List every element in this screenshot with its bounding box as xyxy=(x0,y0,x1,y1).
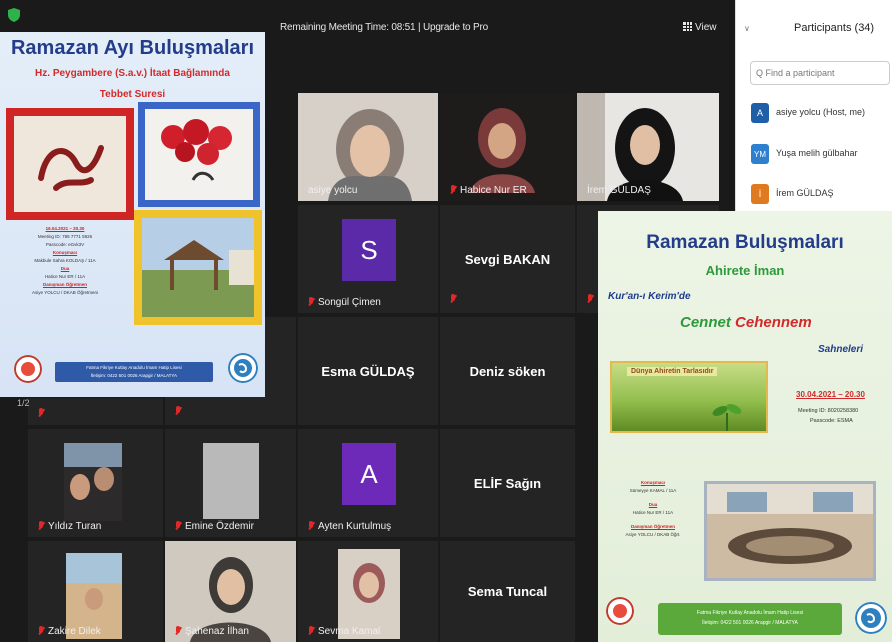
participant-name: İrem GÜLDAŞ xyxy=(587,185,651,196)
muted-mic-icon xyxy=(587,289,597,307)
video-tile-irem-active-speaker[interactable]: İrem GÜLDAŞ xyxy=(577,93,719,201)
sprout-icon xyxy=(712,404,742,431)
school-seal-logo xyxy=(606,597,634,625)
video-tile-hidden-3[interactable] xyxy=(28,398,163,425)
gazebo-photo xyxy=(134,210,262,325)
participant-name-large: Esma GÜLDAŞ xyxy=(321,363,415,379)
image-caption: Dünya Ahiretin Tarlasıdır xyxy=(627,367,718,376)
participants-panel: ∨ Participants (34) Q Find a participant… xyxy=(735,0,892,215)
video-tile-songul[interactable]: S Songül Çimen xyxy=(298,205,438,313)
participant-name: Sevma Kamal xyxy=(308,626,380,637)
poster-date: 30.04.2021 – 20.30 xyxy=(796,390,865,399)
poster-event-info: Konuşmacı Sümeyye KAMAL / 11A Dua Hatice… xyxy=(625,480,681,537)
remaining-meeting-time[interactable]: Remaining Meeting Time: 08:51 | Upgrade … xyxy=(280,22,488,33)
video-tile-deniz[interactable]: Deniz söken xyxy=(440,317,575,425)
video-tile-sema[interactable]: Sema Tuncal xyxy=(440,541,575,642)
poster-footer-school: Fatma Fikriye Kutlay Anadolu İmam Hatip … xyxy=(658,603,842,635)
muted-mic-icon xyxy=(38,521,44,530)
calligraphy-image xyxy=(6,108,134,220)
muted-mic-icon xyxy=(308,297,314,306)
security-shield-icon[interactable] xyxy=(8,8,20,22)
participant-name-large: ELİF Sağın xyxy=(473,475,542,491)
poster-subtitle: Hz. Peygambere (S.a.v.) İtaat Bağlamında xyxy=(35,68,230,79)
video-tile-emine[interactable]: Emine Özdemir xyxy=(165,429,296,537)
poster-footer-school: Fatma Fikriye Kutlay Anadolu İmam Hatip … xyxy=(55,362,213,382)
muted-mic-icon xyxy=(450,289,460,307)
muted-mic-icon xyxy=(175,626,181,635)
classroom-photo xyxy=(704,481,876,581)
participant-avatar: YM xyxy=(751,144,769,164)
muted-mic-icon xyxy=(308,521,314,530)
participants-title: Participants (34) xyxy=(794,22,875,34)
muted-mic-icon xyxy=(308,626,314,635)
participant-name: Emine Özdemir xyxy=(175,521,254,532)
muted-mic-icon xyxy=(38,403,48,421)
participant-avatar: A xyxy=(342,443,396,505)
participant-avatar: İ xyxy=(751,184,769,204)
video-tile-habice[interactable]: Habice Nur ER xyxy=(440,93,575,201)
muted-mic-icon xyxy=(450,185,456,194)
poster-title: Ramazan Buluşmaları xyxy=(646,232,844,253)
participant-name: Yıldız Turan xyxy=(38,521,101,532)
poster-ramazan-bulusmalari: Ramazan Buluşmaları Ahirete İman Kur'an-… xyxy=(598,211,892,642)
participant-avatar: S xyxy=(342,219,396,281)
participant-name-large: Deniz söken xyxy=(469,363,546,379)
video-tile-ayten[interactable]: A Ayten Kurtulmuş xyxy=(298,429,438,537)
muted-mic-icon xyxy=(175,521,181,530)
video-tile-asiye[interactable]: asiye yolcu xyxy=(298,93,438,201)
video-tile-sevma[interactable]: Sevma Kamal xyxy=(298,541,438,642)
muted-mic-icon xyxy=(38,626,44,635)
page-indicator: 1/2 xyxy=(17,398,30,408)
school-seal-logo xyxy=(14,355,42,383)
participant-row-name: İrem GÜLDAŞ xyxy=(776,188,834,198)
poster-title: Ramazan Ayı Buluşmaları xyxy=(10,37,255,59)
muted-mic-icon xyxy=(175,401,185,419)
classroom-scene xyxy=(707,484,873,578)
participant-name: Songül Çimen xyxy=(308,297,381,308)
poster-line-2: Cennet Cehennem xyxy=(680,314,812,331)
diyanet-logo xyxy=(228,353,258,383)
poster-line-1: Kur'an-ı Kerim'de xyxy=(608,291,691,302)
participant-name-large: Sema Tuncal xyxy=(467,584,548,599)
gallery-grid-icon xyxy=(683,22,692,31)
poster-subtitle: Ahirete İman xyxy=(705,263,785,278)
poster-line-3: Sahneleri xyxy=(818,344,864,355)
participant-name-large: Sevgi BAKAN xyxy=(464,251,551,267)
video-tile-zakire[interactable]: Zakire Dilek xyxy=(28,541,163,642)
poster-subtitle-2: Tebbet Suresi xyxy=(99,89,166,100)
video-tile-esma[interactable]: Esma GÜLDAŞ xyxy=(298,317,438,425)
participant-name: asiye yolcu xyxy=(308,185,358,196)
participant-name: Şahenaz İlhan xyxy=(175,626,249,637)
poster-ramazan-ayi-bulusmalari: Ramazan Ayı Buluşmaları Hz. Peygambere (… xyxy=(0,32,265,397)
video-tile-elif[interactable]: ELİF Sağın xyxy=(440,429,575,537)
participant-name: Habice Nur ER xyxy=(450,185,527,196)
poster-event-info: 16.04.2021 – 20.30 Meeting ID: 786 7771 … xyxy=(32,226,98,295)
video-tile-sahenaz[interactable]: Şahenaz İlhan xyxy=(165,541,296,642)
poster-meeting-info: Meeting ID: 8020258380 Passcode: ESMA xyxy=(798,408,859,424)
view-button[interactable]: View xyxy=(683,22,717,33)
video-tile-yildiz[interactable]: Yıldız Turan xyxy=(28,429,163,537)
roses-image xyxy=(138,102,260,207)
video-tile-sevgi[interactable]: Sevgi BAKAN xyxy=(440,205,575,313)
sprout-image: Dünya Ahiretin Tarlasıdır xyxy=(610,361,768,433)
participant-row-name: asiye yolcu (Host, me) xyxy=(776,107,866,117)
participant-name: Zakire Dilek xyxy=(38,626,101,637)
participant-row-name: Yuşa melih gülbahar xyxy=(776,148,858,158)
diyanet-logo xyxy=(855,602,887,634)
participant-avatar: A xyxy=(751,103,769,123)
chevron-down-icon[interactable]: ∨ xyxy=(744,24,750,33)
participant-search-input[interactable]: Q Find a participant xyxy=(750,61,890,85)
participant-name: Ayten Kurtulmuş xyxy=(308,521,391,532)
